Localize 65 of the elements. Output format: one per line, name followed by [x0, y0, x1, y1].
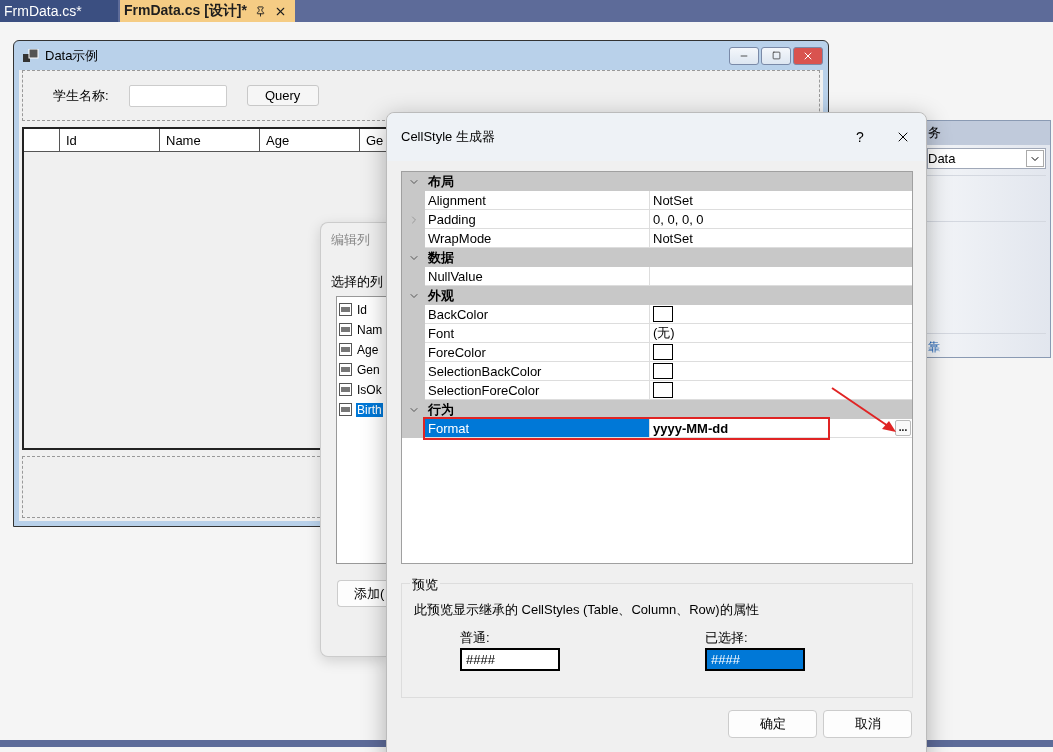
- document-tab[interactable]: FrmData.cs [设计]*: [120, 0, 295, 22]
- ellipsis-button[interactable]: ...: [895, 420, 911, 436]
- add-button[interactable]: 添加(: [337, 580, 386, 607]
- property-name[interactable]: Format: [425, 419, 650, 438]
- property-name[interactable]: ForeColor: [425, 343, 650, 362]
- property-name[interactable]: BackColor: [425, 305, 650, 324]
- window-title: Data示例: [45, 46, 99, 65]
- category-row[interactable]: 外观: [402, 286, 912, 305]
- text-column-icon: [339, 383, 352, 396]
- property-value: NotSet: [653, 230, 693, 246]
- document-tab[interactable]: FrmData.cs*: [0, 0, 118, 22]
- column-header[interactable]: Id: [60, 129, 160, 151]
- close-button[interactable]: [793, 46, 823, 65]
- property-value: (无): [653, 324, 675, 342]
- dialog-title: 编辑列: [331, 231, 371, 249]
- text-column-icon: [339, 403, 352, 416]
- sample-label: 已选择:: [705, 629, 749, 647]
- property-value: yyyy-MM-dd: [653, 420, 729, 436]
- help-button[interactable]: ?: [840, 122, 880, 152]
- property-name[interactable]: WrapMode: [425, 229, 650, 248]
- text-column-icon: [339, 303, 352, 316]
- ok-button[interactable]: 确定: [728, 710, 817, 738]
- window-icon: [23, 48, 39, 63]
- data-source-combo[interactable]: Data: [927, 148, 1046, 169]
- text-column-icon: [339, 363, 352, 376]
- search-label: 学生名称:: [53, 86, 109, 105]
- selected-sample: ####: [705, 648, 805, 671]
- name-field[interactable]: [128, 84, 227, 107]
- dialog-title: CellStyle 生成器: [401, 128, 495, 146]
- property-value: 0, 0, 0, 0: [653, 211, 704, 227]
- sample-label: 普通:: [460, 629, 491, 647]
- column-header[interactable]: Name: [160, 129, 260, 151]
- column-item[interactable]: Gen: [356, 362, 381, 377]
- maximize-button[interactable]: [761, 46, 791, 65]
- column-item[interactable]: Id: [356, 302, 368, 317]
- property-name[interactable]: NullValue: [425, 267, 650, 286]
- task-link[interactable]: 靠: [928, 339, 1050, 356]
- property-name[interactable]: Font: [425, 324, 650, 343]
- category-row[interactable]: 数据: [402, 248, 912, 267]
- row-gutter: [402, 419, 425, 438]
- tasks-title: 务: [927, 121, 1050, 145]
- maximize-icon: [771, 51, 781, 60]
- category-row[interactable]: 布局: [402, 172, 912, 191]
- text-column-icon: [339, 343, 352, 356]
- cancel-button[interactable]: 取消: [823, 710, 912, 738]
- preview-description: 此预览显示继承的 CellStyles (Table、Column、Row)的属性: [414, 601, 760, 619]
- column-header[interactable]: Age: [260, 129, 360, 151]
- normal-sample: ####: [460, 648, 560, 671]
- category-row[interactable]: 行为: [402, 400, 912, 419]
- column-item[interactable]: IsOk: [356, 382, 383, 397]
- column-item[interactable]: Nam: [356, 322, 384, 337]
- query-button[interactable]: Query: [246, 85, 319, 106]
- arrow-annotation: [831, 387, 896, 432]
- property-value: NotSet: [653, 192, 693, 208]
- property-name[interactable]: Alignment: [425, 191, 650, 210]
- group-title: 预览: [410, 576, 440, 594]
- pin-icon[interactable]: [254, 5, 266, 17]
- list-label: 选择的列: [331, 273, 384, 291]
- property-name[interactable]: SelectionBackColor: [425, 362, 650, 381]
- property-name[interactable]: Padding: [425, 210, 650, 229]
- text-column-icon: [339, 323, 352, 336]
- column-item[interactable]: Age: [356, 342, 380, 357]
- property-name[interactable]: SelectionForeColor: [425, 381, 650, 400]
- column-item[interactable]: Birth: [356, 402, 383, 417]
- minimize-button[interactable]: [729, 46, 759, 65]
